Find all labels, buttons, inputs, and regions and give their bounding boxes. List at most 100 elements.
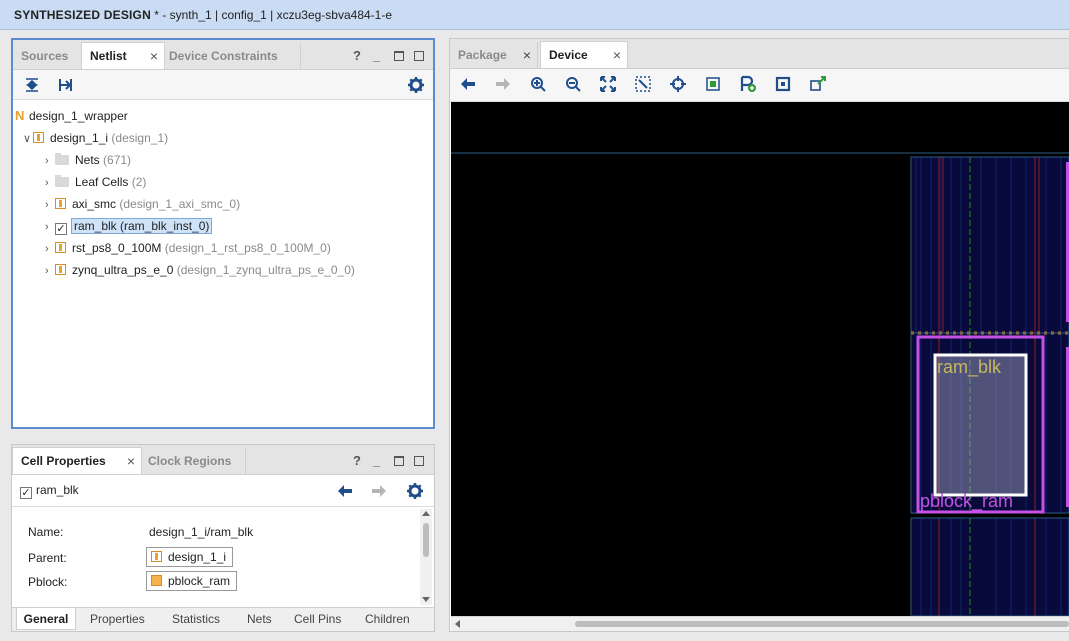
chevron-right-icon[interactable]: › (45, 195, 55, 215)
tab-cell-pins[interactable]: Cell Pins (294, 608, 341, 630)
close-icon[interactable]: × (150, 43, 158, 70)
back-arrow-icon[interactable] (459, 75, 477, 93)
checked-cell-icon: ✓ (55, 223, 67, 235)
float-icon[interactable] (414, 51, 424, 61)
tree-item-name: axi_smc (72, 197, 117, 211)
tree-item-rst-ps8[interactable]: › rst_ps8_0_100M (design_1_rst_ps8_0_100M… (45, 238, 331, 258)
properties-toolbar: ✓ ram_blk (12, 475, 434, 507)
auto-place-icon[interactable] (809, 75, 827, 93)
hier-cell-icon (151, 551, 162, 562)
tree-item-ram-blk[interactable]: › ✓ ram_blk (ram_blk_inst_0) (45, 216, 213, 237)
prop-label-name: Name: (28, 525, 64, 539)
help-icon[interactable]: ? (353, 453, 361, 468)
tree-item-detail: (design_1_rst_ps8_0_100M_0) (164, 241, 331, 255)
tree-item-name: ram_blk (ram_blk_inst_0) (71, 218, 213, 234)
netlist-toolbar (13, 70, 433, 100)
tab-statistics[interactable]: Statistics (172, 608, 220, 630)
pblock-link[interactable]: pblock_ram (146, 571, 238, 591)
tree-item-name: Nets (75, 153, 100, 167)
folder-icon (55, 175, 69, 187)
expand-icon[interactable] (57, 76, 75, 94)
tab-netlist[interactable]: Netlist × (81, 42, 165, 69)
design-state: SYNTHESIZED DESIGN (14, 8, 151, 22)
zoom-area-icon[interactable] (634, 75, 652, 93)
pblock-draw-icon[interactable] (774, 75, 792, 93)
gear-icon[interactable] (407, 76, 425, 94)
tree-item-leaf-cells[interactable]: › Leaf Cells (2) (45, 172, 146, 192)
tab-netlist-label: Netlist (90, 49, 127, 63)
tab-sources[interactable]: Sources (13, 43, 89, 70)
chevron-right-icon[interactable]: › (45, 239, 55, 259)
bottom-tabstrip: General Properties Statistics Nets Cell … (12, 607, 434, 631)
chevron-right-icon[interactable]: › (45, 261, 55, 281)
tab-properties[interactable]: Properties (90, 608, 145, 630)
tab-package-label: Package (458, 48, 507, 62)
prop-label-pblock: Pblock: (28, 575, 68, 589)
tab-cell-properties[interactable]: Cell Properties × (12, 447, 142, 474)
close-icon[interactable]: × (613, 42, 621, 69)
scrollbar-thumb[interactable] (423, 523, 429, 557)
chevron-right-icon[interactable]: › (45, 151, 55, 171)
horizontal-scrollbar[interactable] (451, 616, 1069, 631)
add-pblock-icon[interactable] (739, 75, 757, 93)
gear-icon[interactable] (406, 482, 424, 500)
maximize-icon[interactable] (394, 456, 404, 466)
selected-object: ✓ ram_blk (20, 483, 79, 499)
tree-item-zynq[interactable]: › zynq_ultra_ps_e_0 (design_1_zynq_ultra_… (45, 260, 355, 280)
tab-clock-regions[interactable]: Clock Regions (140, 448, 246, 475)
tree-root[interactable]: Ndesign_1_wrapper (15, 106, 128, 126)
zoom-fit-icon[interactable] (599, 75, 617, 93)
chevron-right-icon[interactable]: › (45, 173, 55, 193)
tree-item-detail: (2) (131, 175, 147, 189)
scroll-down-icon[interactable] (422, 597, 430, 602)
forward-arrow-icon[interactable] (370, 482, 388, 500)
crosshair-icon[interactable] (669, 75, 687, 93)
vertical-scrollbar[interactable] (420, 509, 432, 605)
pblock-icon (151, 575, 162, 586)
tab-cell-properties-label: Cell Properties (21, 454, 106, 468)
properties-body: Name: design_1_i/ram_blk Parent: design_… (12, 509, 434, 607)
back-arrow-icon[interactable] (336, 482, 354, 500)
zoom-in-icon[interactable] (529, 75, 547, 93)
maximize-icon[interactable] (394, 51, 404, 61)
zoom-out-icon[interactable] (564, 75, 582, 93)
scrollbar-thumb[interactable] (575, 621, 1069, 627)
tab-general[interactable]: General (16, 608, 76, 630)
routing-icon[interactable] (704, 75, 722, 93)
forward-arrow-icon[interactable] (494, 75, 512, 93)
tab-nets[interactable]: Nets (247, 608, 272, 630)
ram-blk-label: ram_blk (937, 357, 1002, 378)
parent-link[interactable]: design_1_i (146, 547, 234, 567)
chevron-right-icon[interactable]: › (45, 217, 55, 237)
window-title: SYNTHESIZED DESIGN * - synth_1 | config_… (0, 0, 1069, 30)
pblock-ram-label: pblock_ram (920, 491, 1013, 512)
collapse-all-icon[interactable] (23, 76, 41, 94)
tree-node-name: design_1_i (50, 131, 109, 145)
tree-item-nets[interactable]: › Nets (671) (45, 150, 131, 170)
minimize-icon[interactable]: _ (373, 48, 380, 63)
selected-object-name: ram_blk (36, 483, 79, 497)
tab-device-constraints[interactable]: Device Constraints (161, 43, 301, 70)
tree-item-detail: (design_1_axi_smc_0) (119, 197, 241, 211)
close-icon[interactable]: × (127, 448, 135, 475)
tree-node-design-1-i[interactable]: ∨ design_1_i (design_1) (23, 128, 168, 148)
prop-label-parent: Parent: (28, 551, 67, 565)
tab-device[interactable]: Device × (540, 41, 628, 68)
prop-value-parent: design_1_i (168, 550, 227, 564)
minimize-icon[interactable]: _ (373, 453, 380, 468)
device-canvas[interactable]: ram_blk pblock_ram (451, 102, 1069, 616)
tab-package[interactable]: Package × (450, 42, 538, 69)
float-icon[interactable] (414, 456, 424, 466)
tree-item-axi-smc[interactable]: › axi_smc (design_1_axi_smc_0) (45, 194, 240, 214)
scroll-left-icon[interactable] (455, 620, 460, 628)
netlist-root-icon: N (15, 108, 25, 123)
tree-item-detail: (design_1_zynq_ultra_ps_e_0_0) (176, 263, 355, 277)
tree-item-detail: (671) (103, 153, 132, 167)
close-icon[interactable]: × (523, 42, 531, 69)
scroll-up-icon[interactable] (422, 511, 430, 516)
design-path: * - synth_1 | config_1 | xczu3eg-sbva484… (150, 8, 393, 22)
device-view[interactable]: ram_blk pblock_ram (451, 102, 1069, 616)
help-icon[interactable]: ? (353, 48, 361, 63)
tab-children[interactable]: Children (365, 608, 410, 630)
chevron-down-icon[interactable]: ∨ (23, 129, 33, 149)
